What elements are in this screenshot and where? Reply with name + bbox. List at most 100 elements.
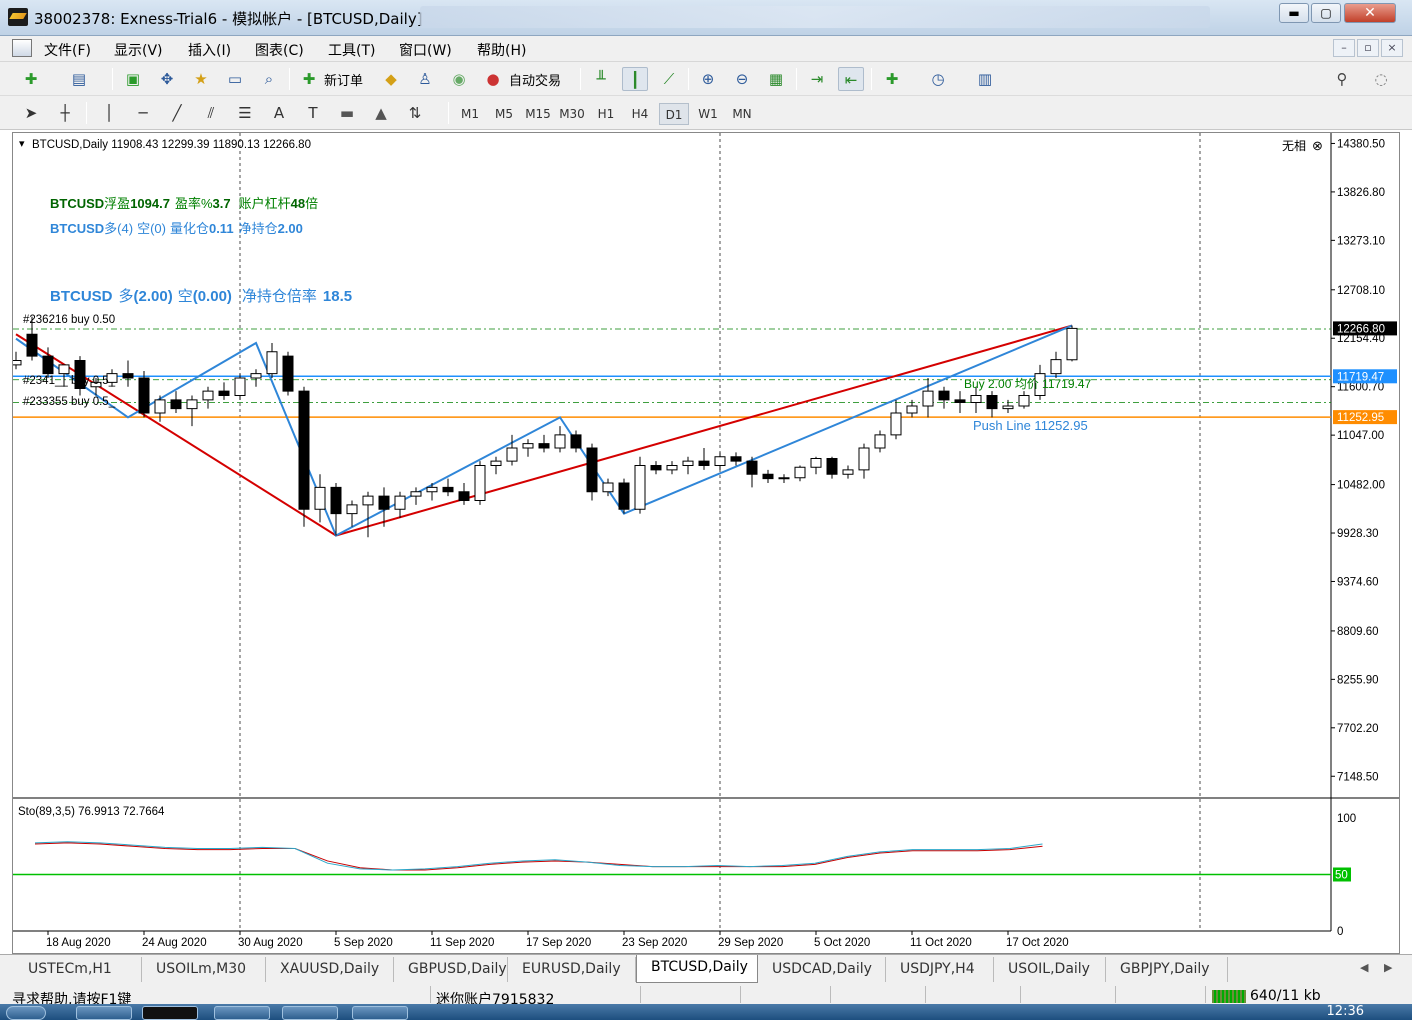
- menu-view[interactable]: 显示(V): [114, 40, 163, 60]
- new-chart-icon[interactable]: ✚: [18, 67, 44, 91]
- auto-trading-icon[interactable]: ●: [480, 67, 506, 91]
- tab-scroll-right-icon[interactable]: ▶: [1384, 961, 1392, 974]
- timeframe-d1[interactable]: D1: [659, 103, 689, 125]
- timeframe-m30[interactable]: M30: [557, 103, 587, 125]
- search-icon[interactable]: ⚲: [1329, 67, 1355, 91]
- mdi-minimize-button[interactable]: –: [1333, 39, 1355, 57]
- data-window-icon[interactable]: ✥: [154, 67, 180, 91]
- new-order-icon[interactable]: ✚: [296, 67, 322, 91]
- mdi-close-button[interactable]: ×: [1381, 39, 1403, 57]
- menu-window[interactable]: 窗口(W): [399, 40, 452, 60]
- timeframe-h1[interactable]: H1: [591, 103, 621, 125]
- metaeditor-icon[interactable]: ◆: [378, 67, 404, 91]
- buy-average-label: Buy 2.00 均价 11719.47: [964, 377, 1092, 391]
- timeframe-m5[interactable]: M5: [489, 103, 519, 125]
- terminal-icon[interactable]: ▭: [222, 67, 248, 91]
- equidistant-channel-icon[interactable]: ⫽: [198, 101, 224, 125]
- candle-body: [442, 486, 454, 493]
- strategy-tester-icon[interactable]: ⌕: [256, 67, 282, 91]
- navigator-icon[interactable]: ★: [188, 67, 214, 91]
- autoscroll-icon[interactable]: ⇤: [838, 67, 864, 91]
- fibonacci-icon[interactable]: ☰: [232, 101, 258, 125]
- collapse-arrow-icon[interactable]: ▾: [19, 138, 25, 150]
- chart-tab[interactable]: GBPJPY,Daily: [1106, 957, 1228, 982]
- menu-charts[interactable]: 图表(C): [255, 40, 304, 60]
- candle-body: [650, 465, 662, 471]
- stoch-level-tag-label: 50: [1335, 870, 1348, 882]
- timeframe-w1[interactable]: W1: [693, 103, 723, 125]
- tile-windows-icon[interactable]: ▦: [763, 67, 789, 91]
- candlestick-chart-icon[interactable]: ┃: [622, 67, 648, 91]
- candle-body: [986, 395, 998, 410]
- vertical-line-icon[interactable]: │: [96, 101, 122, 125]
- start-button[interactable]: [6, 1006, 46, 1020]
- triangle-icon[interactable]: ▲: [368, 101, 394, 125]
- timeframe-m15[interactable]: M15: [523, 103, 553, 125]
- menu-tools[interactable]: 工具(T): [328, 40, 375, 60]
- date-axis-label: 30 Aug 2020: [238, 937, 303, 949]
- menu-insert[interactable]: 插入(I): [188, 40, 231, 60]
- chat-icon[interactable]: ◌: [1368, 67, 1394, 91]
- rectangle-icon[interactable]: ▬: [334, 101, 360, 125]
- profiles-icon[interactable]: ▤: [66, 67, 92, 91]
- timeframe-h4[interactable]: H4: [625, 103, 655, 125]
- trendline-icon[interactable]: ╱: [164, 101, 190, 125]
- chart-tab[interactable]: EURUSD,Daily: [508, 957, 636, 982]
- chart-tab[interactable]: BTCUSD,Daily: [636, 955, 758, 983]
- cursor-icon[interactable]: ➤: [18, 101, 44, 125]
- market-icon[interactable]: ◉: [446, 67, 472, 91]
- order-label-3[interactable]: #233355 buy 0.5_: [23, 396, 116, 408]
- candle: [618, 478, 630, 514]
- timeframe-mn[interactable]: MN: [727, 103, 757, 125]
- chart-window[interactable]: 14380.50 13826.80 13273.10 12708.10 12154.40…: [12, 132, 1400, 954]
- new-order-button[interactable]: 新订单: [324, 70, 363, 89]
- auto-trading-button[interactable]: 自动交易: [509, 70, 561, 89]
- signals-icon[interactable]: ♙: [412, 67, 438, 91]
- zoom-out-icon[interactable]: ⊖: [729, 67, 755, 91]
- chart-window-icon[interactable]: [12, 39, 32, 57]
- close-button[interactable]: ✕: [1344, 3, 1396, 23]
- bar-chart-icon[interactable]: ╨: [588, 67, 614, 91]
- connection-status-icon[interactable]: [1212, 990, 1246, 1003]
- maximize-button[interactable]: ▢: [1311, 3, 1341, 23]
- chart-tab[interactable]: XAUUSD,Daily: [266, 957, 394, 982]
- taskbar-app-4[interactable]: [282, 1006, 338, 1020]
- taskbar-app-metatrader[interactable]: [142, 1006, 198, 1020]
- text-label-icon[interactable]: T: [300, 101, 326, 125]
- taskbar-app-5[interactable]: [352, 1006, 408, 1020]
- window-title: 38002378: Exness-Trial6 - 模拟帐户 - [BTCUSD…: [34, 10, 423, 28]
- minimize-button[interactable]: ▬: [1279, 3, 1309, 23]
- menu-file[interactable]: 文件(F): [44, 40, 91, 60]
- chart-tab[interactable]: USOIL,Daily: [994, 957, 1106, 982]
- periods-icon[interactable]: ◷: [925, 67, 951, 91]
- crosshair-icon[interactable]: ┼: [52, 101, 78, 125]
- chart-tab[interactable]: USTECm,H1: [14, 957, 142, 982]
- text-tool-icon[interactable]: A: [266, 101, 292, 125]
- candle-body: [1002, 405, 1014, 410]
- market-watch-icon[interactable]: ▣: [120, 67, 146, 91]
- chart-canvas[interactable]: 14380.5013826.8013273.1012708.1012154.40…: [13, 133, 1399, 953]
- taskbar-app-1[interactable]: [76, 1006, 132, 1020]
- chart-shift-icon[interactable]: ⇥: [804, 67, 830, 91]
- zoom-in-icon[interactable]: ⊕: [695, 67, 721, 91]
- line-chart-icon[interactable]: ⟋: [656, 67, 682, 91]
- price-axis-label: 13273.10: [1337, 235, 1385, 247]
- templates-icon[interactable]: ▥: [972, 67, 998, 91]
- chart-tab[interactable]: GBPUSD,Daily: [394, 957, 508, 982]
- arrows-icon[interactable]: ⇅: [402, 101, 428, 125]
- mdi-restore-button[interactable]: ▫: [1357, 39, 1379, 57]
- indicators-icon[interactable]: ✚: [879, 67, 905, 91]
- taskbar-app-3[interactable]: [214, 1006, 270, 1020]
- close-indicator-icon[interactable]: ⊗: [1312, 138, 1323, 153]
- order-label-2[interactable]: #2341__ buy 0.5_: [23, 375, 116, 387]
- chart-tab[interactable]: USDCAD,Daily: [758, 957, 886, 982]
- timeframe-m1[interactable]: M1: [455, 103, 485, 125]
- chart-tab[interactable]: USOILm,M30: [142, 957, 266, 982]
- menu-help[interactable]: 帮助(H): [477, 40, 526, 60]
- tab-scroll-left-icon[interactable]: ◀: [1360, 961, 1368, 974]
- candle: [298, 386, 310, 527]
- candle: [634, 456, 646, 514]
- horizontal-line-icon[interactable]: ─: [130, 101, 156, 125]
- order-label-1[interactable]: #236216 buy 0.50: [23, 314, 115, 326]
- chart-tab[interactable]: USDJPY,H4: [886, 957, 994, 982]
